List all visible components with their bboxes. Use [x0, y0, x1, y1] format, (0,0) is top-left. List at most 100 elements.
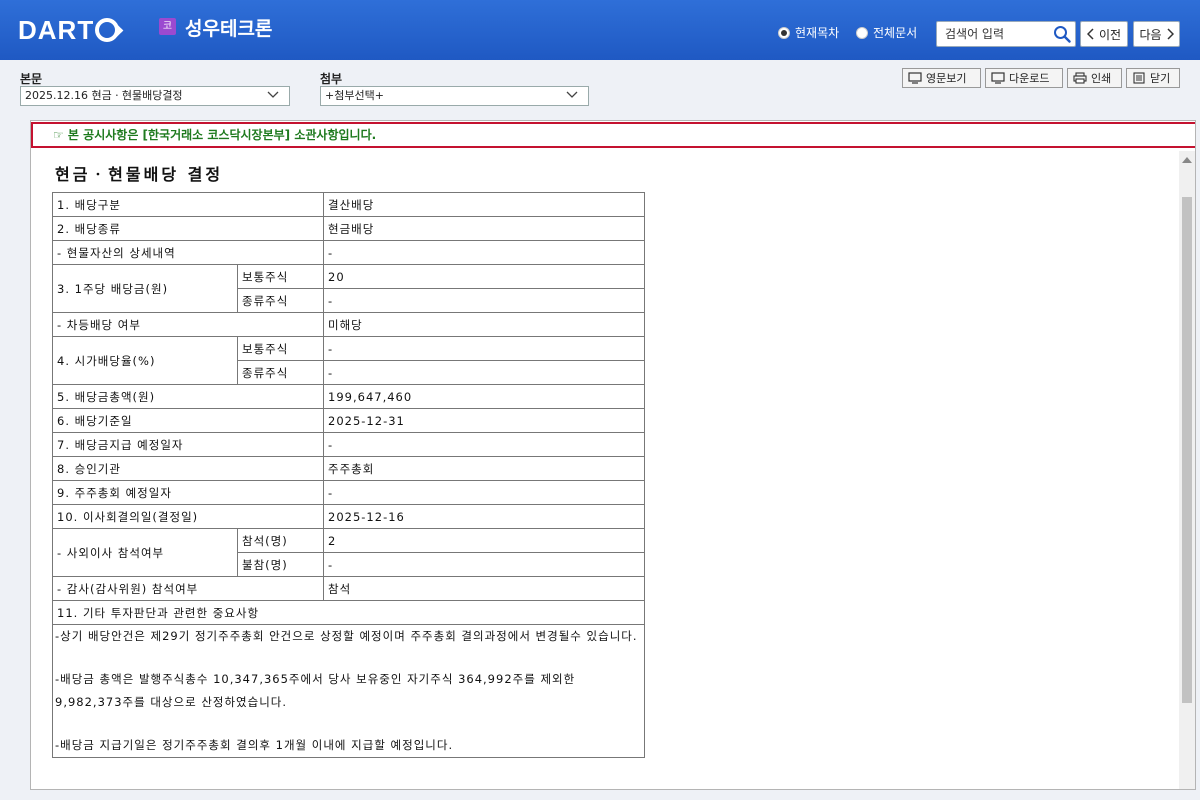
radio-current-label: 현재목차: [795, 26, 840, 40]
document-viewer[interactable]: ☞ 본 공시사항은 [한국거래소 코스닥시장본부] 소관사항입니다. 현금ㆍ현물…: [30, 120, 1196, 790]
row-value: 참석: [323, 576, 646, 601]
attachment-select[interactable]: +첨부선택+: [320, 86, 589, 106]
row-label: 6. 배당기준일: [51, 408, 325, 433]
radio-selected-icon[interactable]: [778, 26, 790, 39]
print-label: 인쇄: [1091, 72, 1112, 85]
row-sublabel: 종류주식: [236, 288, 325, 313]
top-header: DART 코 성우테크론 현재목차 전체문서 이전 다음: [0, 0, 1200, 60]
scroll-up-arrow-icon[interactable]: [1182, 157, 1192, 163]
chevron-down-icon: [267, 91, 279, 98]
row-value: 20: [323, 264, 646, 289]
close-button[interactable]: 닫기: [1126, 68, 1180, 88]
attachment-label: 첨부: [320, 72, 343, 86]
note-paragraph: -배당금 총액은 발행주식총수 10,347,365주에서 당사 보유중인 자기…: [55, 672, 576, 709]
table-row: 8. 승인기관 주주총회: [51, 456, 646, 481]
row-label: - 사외이사 참석여부: [52, 528, 238, 577]
row-value: -: [323, 480, 646, 505]
note-paragraph: -상기 배당안건은 제29기 정기주주총회 안건으로 상정할 예정이며 주주총회…: [55, 629, 638, 643]
row-value: 주주총회: [323, 456, 646, 481]
table-row: 11. 기타 투자판단과 관련한 중요사항: [51, 600, 646, 625]
table-row: 10. 이사회결의일(결정일) 2025-12-16: [51, 504, 646, 529]
row-value: 결산배당: [323, 192, 646, 217]
download-label: 다운로드: [1009, 72, 1050, 85]
scroll-thumb[interactable]: [1182, 197, 1192, 703]
row-label: 9. 주주총회 예정일자: [51, 480, 325, 505]
printer-icon: [1073, 72, 1087, 84]
download-button[interactable]: 다운로드: [985, 68, 1063, 88]
row-label: 11. 기타 투자판단과 관련한 중요사항: [51, 600, 646, 625]
row-value: -: [323, 432, 646, 457]
row-label: 2. 배당종류: [51, 216, 325, 241]
chevron-down-icon: [566, 91, 578, 98]
prev-label: 이전: [1098, 27, 1122, 42]
row-value: 2025-12-31: [323, 408, 646, 433]
table-row: 5. 배당금총액(원) 199,647,460: [51, 384, 646, 409]
table-row: 4. 시가배당율(%) 보통주식 -: [52, 336, 646, 385]
row-value: -: [323, 336, 646, 361]
table-row: - 차등배당 여부 미해당: [51, 312, 646, 337]
main-doc-select-value: 2025.12.16 현금ㆍ현물배당결정: [25, 89, 183, 102]
row-sublabel: 보통주식: [236, 264, 325, 289]
row-label: 3. 1주당 배당금(원): [52, 264, 238, 313]
row-label: 1. 배당구분: [51, 192, 325, 217]
row-label: 5. 배당금총액(원): [51, 384, 325, 409]
main-doc-label: 본문: [20, 72, 43, 86]
table-row: 1. 배당구분 결산배당: [51, 192, 646, 217]
row-value: 199,647,460: [323, 384, 646, 409]
main-doc-select[interactable]: 2025.12.16 현금ㆍ현물배당결정: [20, 86, 290, 106]
row-sublabel: 종류주식: [236, 360, 325, 385]
table-row: 6. 배당기준일 2025-12-31: [51, 408, 646, 433]
english-view-label: 영문보기: [926, 72, 967, 85]
document-toolbar: 본문 2025.12.16 현금ㆍ현물배당결정 첨부 +첨부선택+ 영문보기 다…: [0, 60, 1200, 118]
row-label: 8. 승인기관: [51, 456, 325, 481]
next-button[interactable]: 다음: [1133, 21, 1180, 47]
row-label: 10. 이사회결의일(결정일): [51, 504, 325, 529]
row-label: - 차등배당 여부: [51, 312, 325, 337]
chevron-left-icon: [1086, 28, 1094, 40]
row-value: -: [323, 360, 646, 385]
search-input[interactable]: [945, 22, 1055, 46]
monitor-icon: [908, 72, 922, 84]
dividend-table: 1. 배당구분 결산배당 2. 배당종류 현금배당 - 현물자산의 상세내역 -…: [51, 192, 646, 758]
document-title: 현금ㆍ현물배당 결정: [55, 165, 224, 184]
vertical-scrollbar[interactable]: [1179, 151, 1195, 789]
radio-unselected-icon[interactable]: [856, 26, 868, 39]
print-button[interactable]: 인쇄: [1067, 68, 1122, 88]
table-row: - 현물자산의 상세내역 -: [51, 240, 646, 265]
prev-button[interactable]: 이전: [1080, 21, 1128, 47]
row-sublabel: 보통주식: [236, 336, 325, 361]
logo-o-icon: [95, 18, 120, 42]
row-label: 7. 배당금지급 예정일자: [51, 432, 325, 457]
table-row: 3. 1주당 배당금(원) 보통주식 20: [52, 264, 646, 313]
notes-cell: -상기 배당안건은 제29기 정기주주총회 안건으로 상정할 예정이며 주주총회…: [51, 624, 646, 758]
logo-text: DART: [18, 14, 95, 45]
search-icon[interactable]: [1053, 25, 1071, 43]
radio-current-toc[interactable]: 현재목차: [778, 24, 839, 41]
next-label: 다음: [1139, 27, 1162, 42]
table-row: - 사외이사 참석여부 참석(명) 2: [52, 528, 646, 577]
table-row: - 감사(감사위원) 참석여부 참석: [51, 576, 646, 601]
row-label: - 감사(감사위원) 참석여부: [51, 576, 325, 601]
monitor-icon: [991, 72, 1005, 84]
radio-full-document[interactable]: 전체문서: [856, 24, 917, 41]
radio-all-label: 전체문서: [873, 26, 918, 40]
table-row: 2. 배당종류 현금배당: [51, 216, 646, 241]
row-sublabel: 참석(명): [236, 528, 325, 553]
row-value: 현금배당: [323, 216, 646, 241]
note-paragraph: -배당금 지급기일은 정기주주총회 결의후 1개월 이내에 지급할 예정입니다.: [55, 738, 454, 752]
close-label: 닫기: [1150, 72, 1171, 85]
document-icon: [1133, 72, 1145, 84]
chevron-right-icon: [1167, 28, 1174, 40]
english-view-button[interactable]: 영문보기: [902, 68, 981, 88]
table-row: 7. 배당금지급 예정일자 -: [51, 432, 646, 457]
row-value: 미해당: [323, 312, 646, 337]
search-box: [936, 21, 1076, 47]
row-value: -: [323, 288, 646, 313]
company-name: 성우테크론: [185, 18, 273, 40]
row-label: 4. 시가배당율(%): [52, 336, 238, 385]
attachment-select-value: +첨부선택+: [325, 89, 384, 102]
row-value: -: [323, 552, 646, 577]
jurisdiction-notice: ☞ 본 공시사항은 [한국거래소 코스닥시장본부] 소관사항입니다.: [31, 122, 1195, 148]
table-row: -상기 배당안건은 제29기 정기주주총회 안건으로 상정할 예정이며 주주총회…: [51, 624, 646, 758]
dart-logo[interactable]: DART: [18, 14, 120, 46]
